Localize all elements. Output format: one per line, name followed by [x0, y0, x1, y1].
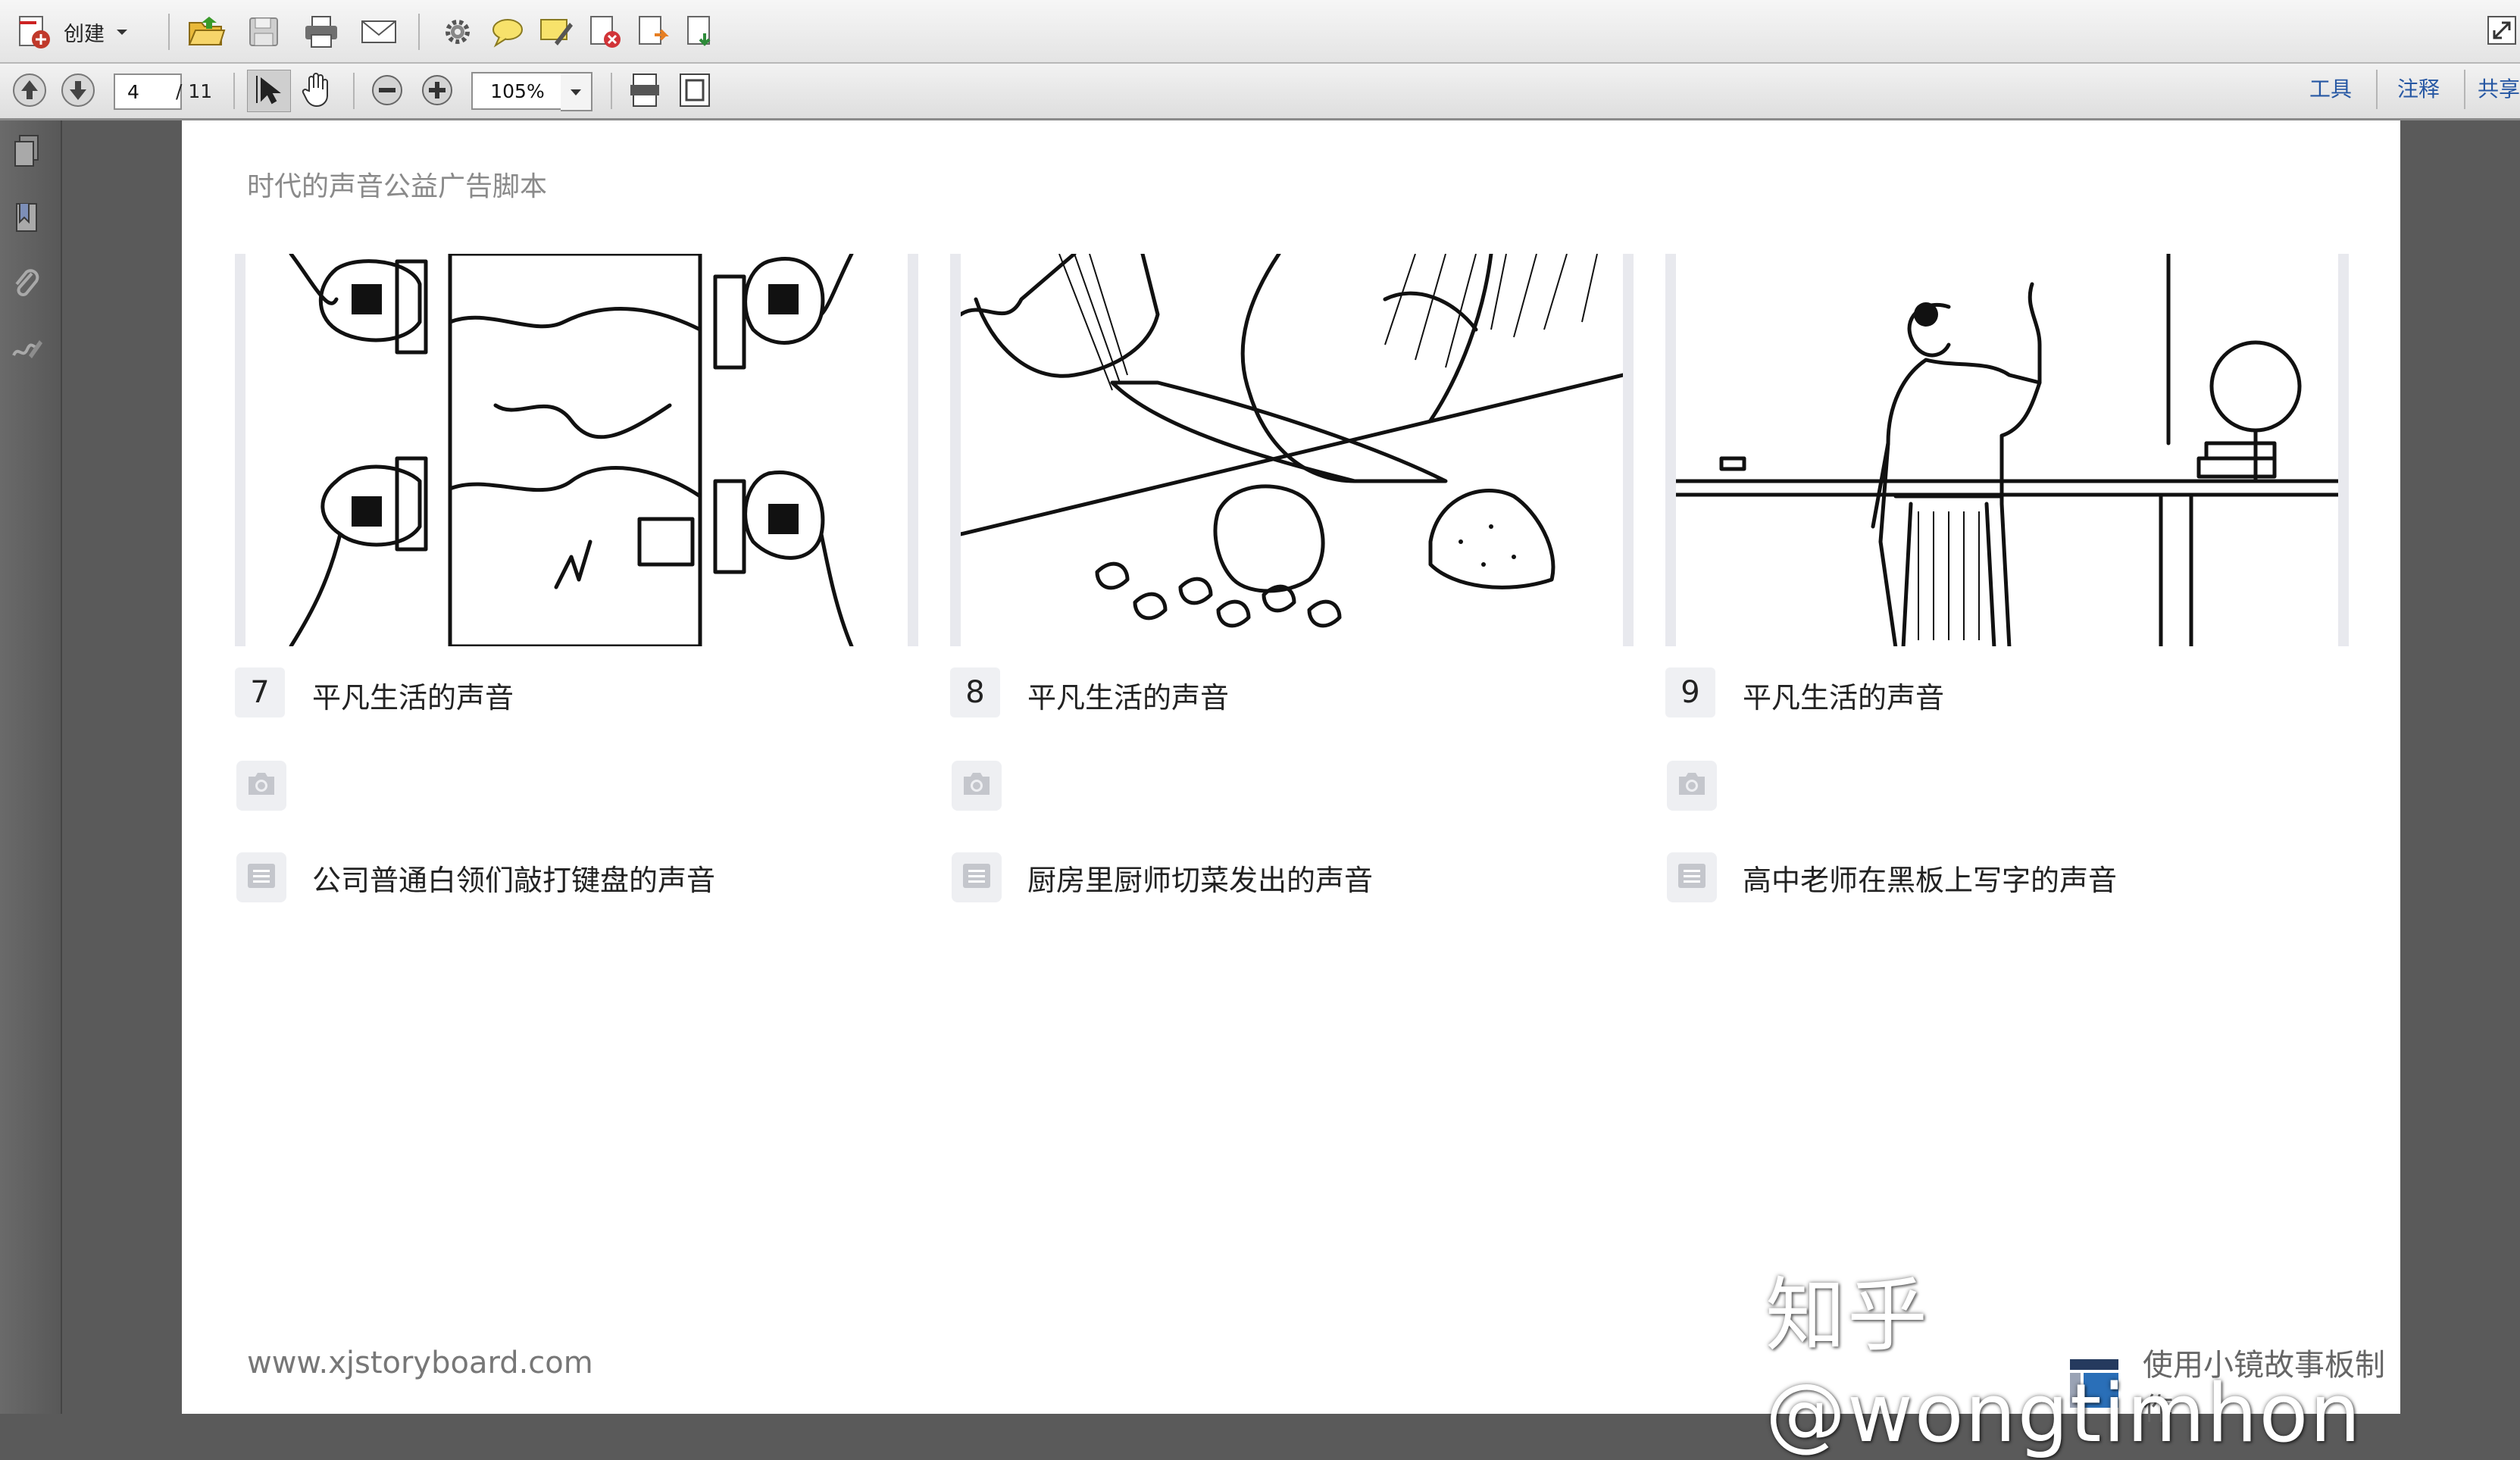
camera-icon [961, 771, 993, 801]
kitchen-sketch-image [961, 254, 1623, 628]
fit-width-button[interactable] [626, 71, 664, 112]
footer-url: www.xjstoryboard.com [247, 1346, 593, 1380]
zoom-in-button[interactable] [420, 73, 455, 111]
bookmarks-panel-button[interactable] [9, 199, 45, 242]
navigation-toolbar: 4 / 11 105% [0, 64, 2520, 120]
pages-icon [9, 133, 45, 175]
page-number-input[interactable]: 4 [114, 73, 182, 110]
shot-camera-button[interactable] [952, 761, 1002, 811]
page-up-icon [11, 71, 48, 112]
highlight-button[interactable] [536, 12, 576, 52]
text-lines-icon [961, 862, 992, 893]
fit-width-icon [626, 71, 664, 112]
storyboard-frame-7 [235, 254, 918, 646]
zoom-input[interactable]: 105% [471, 72, 564, 110]
document-title: 时代的声音公益广告脚本 [247, 171, 548, 202]
expand-icon [2485, 14, 2518, 50]
save-button[interactable] [244, 12, 283, 52]
pages-panel-button[interactable] [9, 133, 45, 175]
storyboard-frame-9 [1665, 254, 2349, 646]
attachment-icon [9, 264, 45, 307]
shot-description-icon-box [236, 852, 286, 902]
create-button[interactable]: 创建 [14, 12, 129, 52]
settings-button[interactable] [438, 12, 477, 52]
email-icon [359, 12, 399, 52]
create-pdf-icon [14, 12, 53, 52]
comment-icon [488, 12, 527, 52]
signature-icon [9, 330, 45, 372]
text-lines-icon [1677, 862, 1707, 893]
page-total: / 11 [176, 80, 213, 102]
tab-comments[interactable]: 注释 [2397, 73, 2440, 103]
signatures-panel-button[interactable] [9, 330, 45, 372]
print-icon [302, 12, 341, 52]
navigation-pane [0, 120, 62, 1414]
delete-icon [585, 12, 624, 52]
import-button[interactable] [682, 12, 721, 52]
zoom-out-button[interactable] [370, 73, 405, 111]
zoom-dropdown-button[interactable] [561, 72, 592, 111]
email-button[interactable] [359, 12, 399, 52]
export-icon [633, 12, 673, 52]
hand-tool-button[interactable] [299, 71, 335, 112]
tab-tools[interactable]: 工具 [2309, 73, 2352, 103]
export-button[interactable] [633, 12, 673, 52]
chevron-down-icon [115, 25, 129, 39]
shot-description-icon-box [952, 852, 1002, 902]
shot-number: 8 [950, 667, 1000, 717]
print-button[interactable] [302, 12, 341, 52]
expand-button[interactable] [2485, 14, 2518, 50]
zoom-out-icon [370, 73, 405, 111]
camera-icon [245, 771, 277, 801]
camera-icon [1676, 771, 1708, 801]
text-lines-icon [246, 862, 277, 893]
highlight-icon [536, 12, 576, 52]
main-toolbar: 创建 [0, 0, 2520, 64]
classroom-sketch-image [1676, 254, 2338, 646]
shot-title: 平凡生活的声音 [312, 681, 514, 714]
shot-title: 平凡生活的声音 [1027, 681, 1230, 714]
select-tool-button[interactable] [247, 70, 291, 112]
comment-button[interactable] [488, 12, 527, 52]
hand-tool-icon [299, 71, 335, 112]
shot-description-icon-box [1667, 852, 1717, 902]
page-down-icon [59, 71, 97, 112]
shot-description: 公司普通白领们敲打键盘的声音 [312, 864, 716, 897]
office-sketch-image [289, 254, 854, 646]
open-folder-icon [186, 12, 226, 52]
select-tool-icon [252, 73, 286, 109]
save-icon [244, 12, 283, 52]
page-down-button[interactable] [59, 71, 97, 112]
fit-page-icon [676, 71, 714, 112]
create-label: 创建 [64, 22, 105, 46]
shot-number: 9 [1665, 667, 1715, 717]
fit-page-button[interactable] [676, 71, 714, 112]
bookmark-icon [9, 199, 45, 242]
storyboard-frame-8 [950, 254, 1634, 646]
shot-title: 平凡生活的声音 [1743, 681, 1945, 714]
shot-number: 7 [235, 667, 285, 717]
page-up-button[interactable] [11, 71, 48, 112]
watermark-text: 知乎 @wongtimhon [1765, 1269, 2362, 1460]
zoom-in-icon [420, 73, 455, 111]
shot-description: 高中老师在黑板上写字的声音 [1743, 864, 2118, 897]
chevron-down-icon [570, 85, 582, 99]
attachments-panel-button[interactable] [9, 264, 45, 307]
open-button[interactable] [186, 12, 226, 52]
document-page: 时代的声音公益广告脚本 7 平凡生活的声音 公司普通白领们敲打键盘的声音 8 平… [182, 120, 2400, 1427]
shot-camera-button[interactable] [1667, 761, 1717, 811]
shot-description: 厨房里厨师切菜发出的声音 [1027, 864, 1374, 897]
shot-camera-button[interactable] [236, 761, 286, 811]
tab-share[interactable]: 共享 [2478, 73, 2520, 103]
import-icon [682, 12, 721, 52]
delete-button[interactable] [585, 12, 624, 52]
settings-icon [438, 12, 477, 52]
